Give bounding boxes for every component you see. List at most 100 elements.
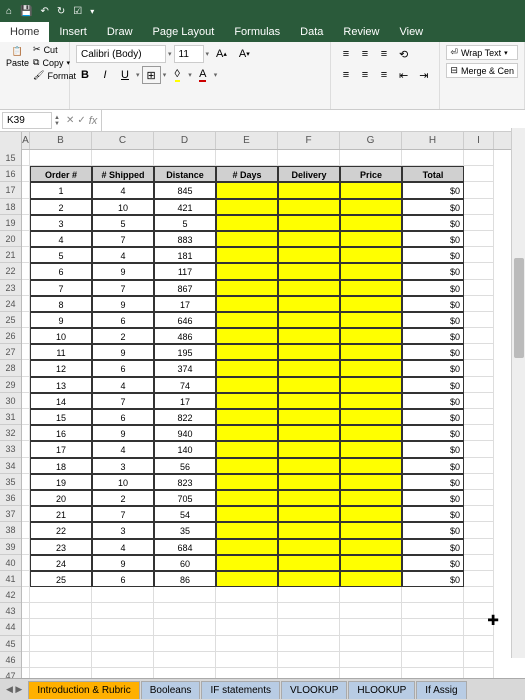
cell[interactable] [216,490,278,506]
cell[interactable] [340,539,402,555]
sheet-tab-intro[interactable]: Introduction & Rubric [28,681,139,699]
undo-icon[interactable]: ↶ [41,6,49,17]
sheet-tab-booleans[interactable]: Booleans [141,681,201,699]
cell[interactable]: 7 [92,506,154,522]
grid-body[interactable]: Order ## ShippedDistance# DaysDeliveryPr… [22,150,525,680]
cell[interactable] [22,441,30,457]
cell[interactable] [464,587,494,603]
sheet-tab-hlookup[interactable]: HLOOKUP [348,681,415,699]
font-size-select[interactable] [174,45,204,63]
col-header-f[interactable]: F [278,132,340,149]
cell[interactable]: 7 [92,393,154,409]
cell[interactable] [22,150,30,166]
merge-button[interactable]: ⊟Merge & Cen [446,63,518,78]
cell[interactable] [340,603,402,619]
cell[interactable] [402,619,464,635]
cell[interactable] [278,280,340,296]
fx-label[interactable]: fx [89,115,98,127]
row-header[interactable]: 21 [0,247,21,263]
cell[interactable]: 24 [30,555,92,571]
cell[interactable] [464,636,494,652]
cell[interactable] [216,328,278,344]
cell[interactable] [278,182,340,198]
cell[interactable] [278,603,340,619]
italic-button[interactable]: I [96,66,114,84]
cell[interactable] [22,539,30,555]
cell[interactable]: # Shipped [92,166,154,182]
cell[interactable]: 22 [30,522,92,538]
cell[interactable] [464,441,494,457]
cell[interactable]: 3 [92,458,154,474]
cell[interactable] [22,182,30,198]
row-header[interactable]: 41 [0,571,21,587]
cell[interactable] [22,474,30,490]
cell[interactable]: 4 [30,231,92,247]
cell[interactable] [340,587,402,603]
row-header[interactable]: 17 [0,182,21,198]
col-header-i[interactable]: I [464,132,494,149]
cell[interactable] [30,619,92,635]
cell[interactable]: 74 [154,377,216,393]
cell[interactable] [22,425,30,441]
row-header[interactable]: 32 [0,425,21,441]
cell[interactable]: 940 [154,425,216,441]
cell[interactable]: 10 [30,328,92,344]
cell[interactable]: $0 [402,344,464,360]
cell[interactable]: 14 [30,393,92,409]
cell[interactable] [340,263,402,279]
cell[interactable] [22,231,30,247]
cell[interactable] [216,360,278,376]
cell[interactable] [22,652,30,668]
col-header-e[interactable]: E [216,132,278,149]
cell[interactable] [464,182,494,198]
cell[interactable]: $0 [402,571,464,587]
cell[interactable]: Price [340,166,402,182]
cell[interactable] [340,377,402,393]
row-header[interactable]: 39 [0,539,21,555]
cell[interactable] [22,393,30,409]
cell[interactable] [22,522,30,538]
cell[interactable]: 5 [30,247,92,263]
cell[interactable] [216,247,278,263]
cell[interactable]: $0 [402,393,464,409]
cell[interactable] [340,296,402,312]
cell[interactable] [278,215,340,231]
cell[interactable]: 19 [30,474,92,490]
cell[interactable]: 867 [154,280,216,296]
redo-icon[interactable]: ↻ [57,6,65,17]
cell[interactable] [278,490,340,506]
cell[interactable]: $0 [402,296,464,312]
cell[interactable] [216,474,278,490]
cell[interactable] [340,506,402,522]
cell[interactable] [278,199,340,215]
cell[interactable] [278,571,340,587]
row-header[interactable]: 22 [0,263,21,279]
cell[interactable] [402,652,464,668]
cell[interactable] [22,280,30,296]
cell[interactable] [464,377,494,393]
cell[interactable] [278,231,340,247]
row-header[interactable]: 44 [0,619,21,635]
col-header-b[interactable]: B [30,132,92,149]
cell[interactable] [30,587,92,603]
cell[interactable]: 17 [154,393,216,409]
cell[interactable]: $0 [402,231,464,247]
cell[interactable]: 8 [30,296,92,312]
cell[interactable] [340,409,402,425]
cell[interactable] [464,150,494,166]
row-header[interactable]: 16 [0,166,21,182]
cell[interactable]: 823 [154,474,216,490]
cell[interactable]: 4 [92,441,154,457]
cell[interactable] [22,360,30,376]
cell[interactable] [464,328,494,344]
cell[interactable] [154,619,216,635]
row-header[interactable]: 15 [0,150,21,166]
cell[interactable]: 3 [92,522,154,538]
cell[interactable] [340,360,402,376]
cell[interactable]: 9 [92,344,154,360]
cell[interactable]: 9 [92,425,154,441]
cell[interactable] [464,458,494,474]
cell[interactable]: $0 [402,539,464,555]
cell[interactable] [402,603,464,619]
cell[interactable]: 10 [92,199,154,215]
